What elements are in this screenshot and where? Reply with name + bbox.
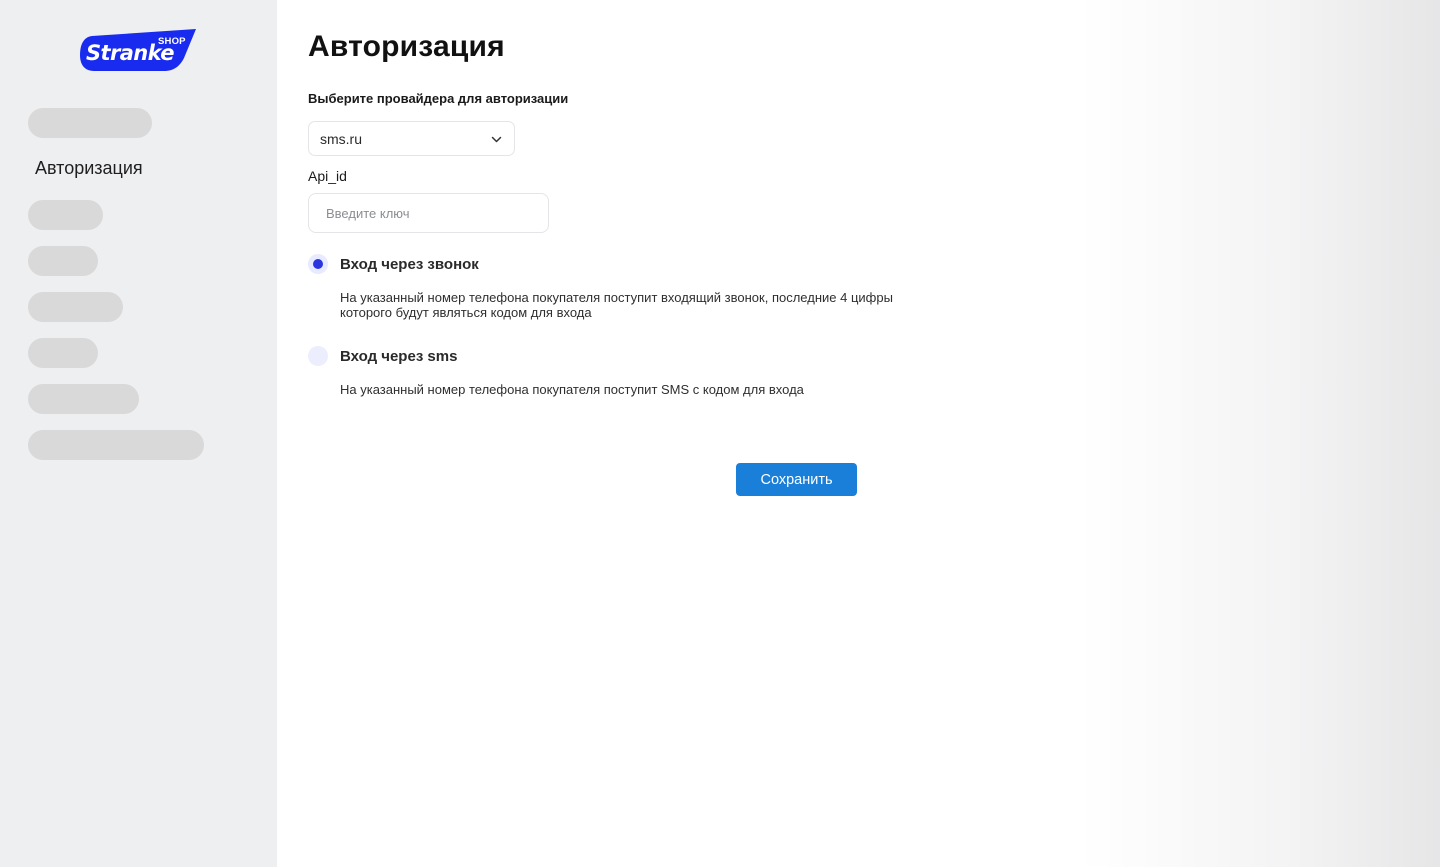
save-button[interactable]: Сохранить [736, 463, 857, 496]
sidebar-item-placeholder[interactable] [28, 200, 103, 230]
chevron-down-icon [491, 136, 502, 143]
sidebar-item-placeholder[interactable] [28, 292, 123, 322]
sidebar: SHOP Stranke Авторизация [0, 0, 277, 867]
sms-login-title[interactable]: Вход через sms [340, 348, 457, 365]
api-id-input[interactable] [308, 193, 549, 233]
app-root: SHOP Stranke Авторизация Авторизация Выб… [0, 0, 1440, 867]
sidebar-item-placeholder[interactable] [28, 384, 139, 414]
logo-brand-text: Stranke [86, 41, 175, 65]
call-login-radio[interactable] [308, 254, 328, 274]
page-title: Авторизация [308, 30, 505, 63]
provider-label: Выберите провайдера для авторизации [308, 91, 569, 106]
call-login-title[interactable]: Вход через звонок [340, 256, 479, 273]
sms-login-description: На указанный номер телефона покупателя п… [340, 382, 804, 397]
sidebar-item-authorization[interactable]: Авторизация [35, 158, 143, 179]
provider-select[interactable]: sms.ru [308, 121, 515, 156]
call-login-description: На указанный номер телефона покупателя п… [340, 290, 893, 320]
sidebar-item-placeholder[interactable] [28, 338, 98, 368]
sidebar-item-placeholder[interactable] [28, 430, 204, 460]
sidebar-item-placeholder[interactable] [28, 108, 152, 138]
right-gradient-backdrop [1080, 0, 1440, 867]
brand-logo[interactable]: SHOP Stranke [80, 28, 198, 72]
sidebar-item-placeholder[interactable] [28, 246, 98, 276]
provider-select-value: sms.ru [320, 130, 362, 147]
sms-login-radio[interactable] [308, 346, 328, 366]
api-id-label: Api_id [308, 168, 347, 184]
